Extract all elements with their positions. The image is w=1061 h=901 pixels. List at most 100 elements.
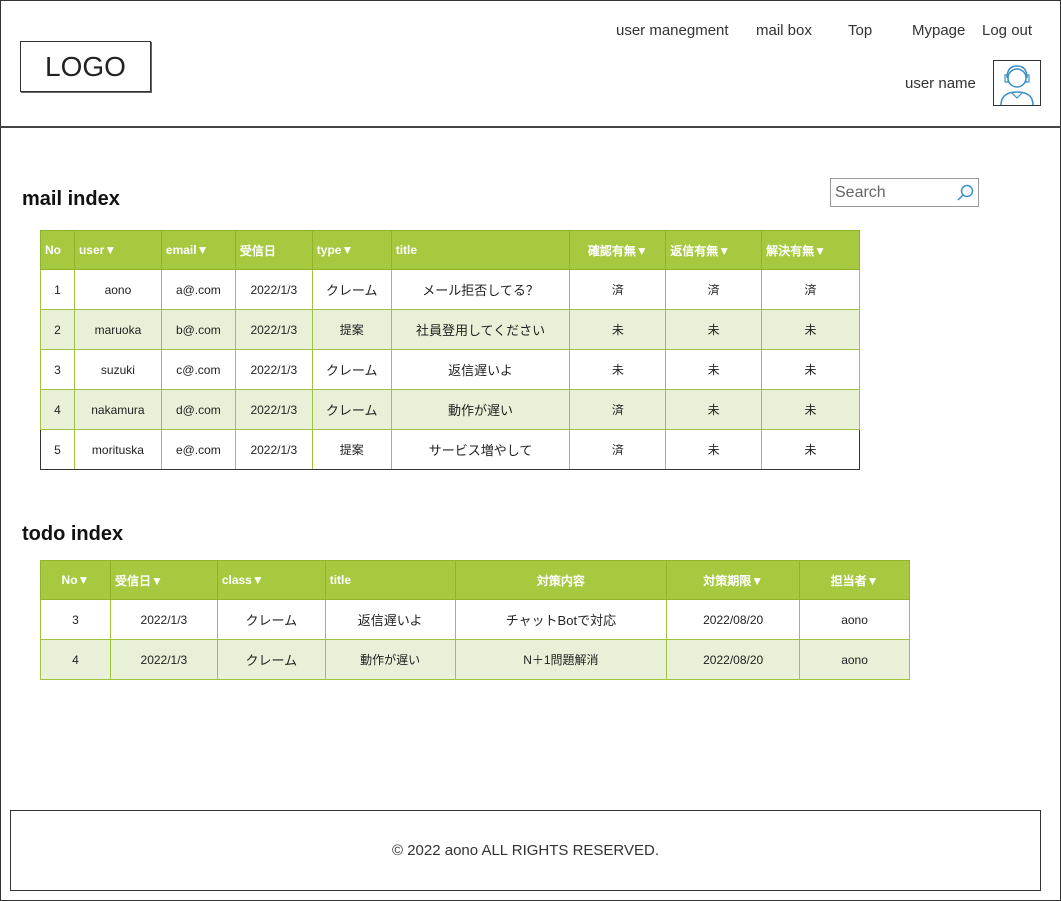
- table-row[interactable]: 1 aono a@.com 2022/1/3 クレーム メール拒否してる？ 済 …: [40, 269, 860, 310]
- col-resolved-sort[interactable]: 解決有無▼: [761, 230, 860, 270]
- cell-user: suzuki: [73, 349, 162, 390]
- nav-user-management[interactable]: user manegment: [616, 22, 729, 39]
- cell-title: 社員登用してください: [390, 309, 571, 350]
- col-replied-sort[interactable]: 返信有無▼: [665, 230, 763, 270]
- cell-no: 5: [40, 429, 75, 470]
- cell-user: morituska: [73, 429, 162, 470]
- mail-table-header: No user▼ email▼ 受信日 type▼ title 確認有無▼ 返信…: [40, 230, 860, 270]
- cell-date: 2022/1/3: [109, 599, 218, 640]
- cell-email: c@.com: [160, 349, 236, 390]
- cell-replied: 未: [665, 349, 763, 390]
- cell-type: クレーム: [311, 389, 392, 430]
- cell-email: b@.com: [160, 309, 236, 350]
- col-title: title: [324, 560, 456, 600]
- cell-user: maruoka: [73, 309, 162, 350]
- logo[interactable]: LOGO: [20, 41, 151, 92]
- cell-date: 2022/1/3: [109, 639, 218, 680]
- cell-date: 2022/1/3: [234, 309, 313, 350]
- user-avatar-icon[interactable]: [993, 60, 1041, 106]
- cell-type: クレーム: [311, 349, 392, 390]
- table-row[interactable]: 3 suzuki c@.com 2022/1/3 クレーム 返信遅いよ 未 未 …: [40, 349, 860, 390]
- copyright-text: © 2022 aono ALL RIGHTS RESERVED.: [391, 842, 660, 859]
- search-box[interactable]: [830, 178, 979, 207]
- cell-type: 提案: [311, 429, 392, 470]
- site-header: LOGO user manegment mail box Top Mypage …: [0, 0, 1061, 128]
- cell-confirmed: 済: [569, 389, 667, 430]
- cell-title: 返信遅いよ: [324, 599, 456, 640]
- cell-no: 1: [40, 269, 75, 310]
- cell-resolved: 未: [761, 309, 860, 350]
- cell-class: クレーム: [216, 639, 326, 680]
- col-class-sort[interactable]: class▼: [216, 560, 326, 600]
- cell-no: 3: [40, 349, 75, 390]
- col-received-date-sort[interactable]: 受信日▼: [109, 560, 218, 600]
- cell-date: 2022/1/3: [234, 429, 313, 470]
- cell-no: 2: [40, 309, 75, 350]
- nav-logout[interactable]: Log out: [982, 22, 1032, 39]
- cell-type: クレーム: [311, 269, 392, 310]
- col-user-sort[interactable]: user▼: [73, 230, 162, 270]
- cell-date: 2022/1/3: [234, 269, 313, 310]
- cell-confirmed: 済: [569, 429, 667, 470]
- cell-countermeasure: チャットBotで対応: [454, 599, 668, 640]
- table-row[interactable]: 2 maruoka b@.com 2022/1/3 提案 社員登用してください …: [40, 309, 860, 350]
- cell-email: e@.com: [160, 429, 236, 470]
- cell-confirmed: 済: [569, 269, 667, 310]
- cell-date: 2022/1/3: [234, 349, 313, 390]
- cell-no: 4: [40, 389, 75, 430]
- todo-table: No▼ 受信日▼ class▼ title 対策内容 対策期限▼ 担当者▼ 3 …: [40, 560, 910, 680]
- nav-top[interactable]: Top: [848, 22, 872, 39]
- col-no-sort[interactable]: No▼: [40, 560, 111, 600]
- cell-replied: 未: [665, 389, 763, 430]
- table-row[interactable]: 4 nakamura d@.com 2022/1/3 クレーム 動作が遅い 済 …: [40, 389, 860, 430]
- cell-user: nakamura: [73, 389, 162, 430]
- search-input[interactable]: [831, 179, 957, 206]
- cell-replied: 未: [665, 429, 763, 470]
- col-countermeasure: 対策内容: [454, 560, 668, 600]
- cell-class: クレーム: [216, 599, 326, 640]
- table-row[interactable]: 4 2022/1/3 クレーム 動作が遅い N＋1問題解消 2022/08/20…: [40, 639, 910, 680]
- cell-title: 動作が遅い: [390, 389, 571, 430]
- cell-confirmed: 未: [569, 309, 667, 350]
- cell-assignee: aono: [799, 599, 910, 640]
- todo-table-header: No▼ 受信日▼ class▼ title 対策内容 対策期限▼ 担当者▼: [40, 560, 910, 600]
- mail-table: No user▼ email▼ 受信日 type▼ title 確認有無▼ 返信…: [40, 230, 860, 470]
- cell-deadline: 2022/08/20: [666, 599, 801, 640]
- col-received-date: 受信日: [234, 230, 313, 270]
- user-name[interactable]: user name: [905, 75, 976, 92]
- cell-title: メール拒否してる？: [390, 269, 571, 310]
- cell-title: 動作が遅い: [324, 639, 456, 680]
- cell-resolved: 未: [761, 389, 860, 430]
- col-type-sort[interactable]: type▼: [311, 230, 392, 270]
- cell-email: d@.com: [160, 389, 236, 430]
- cell-type: 提案: [311, 309, 392, 350]
- cell-user: aono: [73, 269, 162, 310]
- col-assignee-sort[interactable]: 担当者▼: [799, 560, 910, 600]
- nav-mail-box[interactable]: mail box: [756, 22, 812, 39]
- cell-title: 返信遅いよ: [390, 349, 571, 390]
- cell-no: 3: [40, 599, 111, 640]
- mail-index-title: mail index: [22, 188, 120, 210]
- cell-email: a@.com: [160, 269, 236, 310]
- cell-replied: 未: [665, 309, 763, 350]
- cell-resolved: 未: [761, 429, 860, 470]
- cell-date: 2022/1/3: [234, 389, 313, 430]
- cell-resolved: 済: [761, 269, 860, 310]
- cell-resolved: 未: [761, 349, 860, 390]
- table-row[interactable]: 5 morituska e@.com 2022/1/3 提案 サービス増やして …: [40, 429, 860, 470]
- cell-replied: 済: [665, 269, 763, 310]
- cell-deadline: 2022/08/20: [666, 639, 801, 680]
- col-no: No: [40, 230, 75, 270]
- cell-assignee: aono: [799, 639, 910, 680]
- table-row[interactable]: 3 2022/1/3 クレーム 返信遅いよ チャットBotで対応 2022/08…: [40, 599, 910, 640]
- col-confirmed-sort[interactable]: 確認有無▼: [569, 230, 667, 270]
- footer: © 2022 aono ALL RIGHTS RESERVED.: [10, 810, 1041, 891]
- col-deadline-sort[interactable]: 対策期限▼: [666, 560, 801, 600]
- search-icon[interactable]: [956, 184, 974, 207]
- cell-title: サービス増やして: [390, 429, 571, 470]
- nav-mypage[interactable]: Mypage: [912, 22, 965, 39]
- col-title: title: [390, 230, 571, 270]
- cell-countermeasure: N＋1問題解消: [454, 639, 668, 680]
- cell-no: 4: [40, 639, 111, 680]
- col-email-sort[interactable]: email▼: [160, 230, 236, 270]
